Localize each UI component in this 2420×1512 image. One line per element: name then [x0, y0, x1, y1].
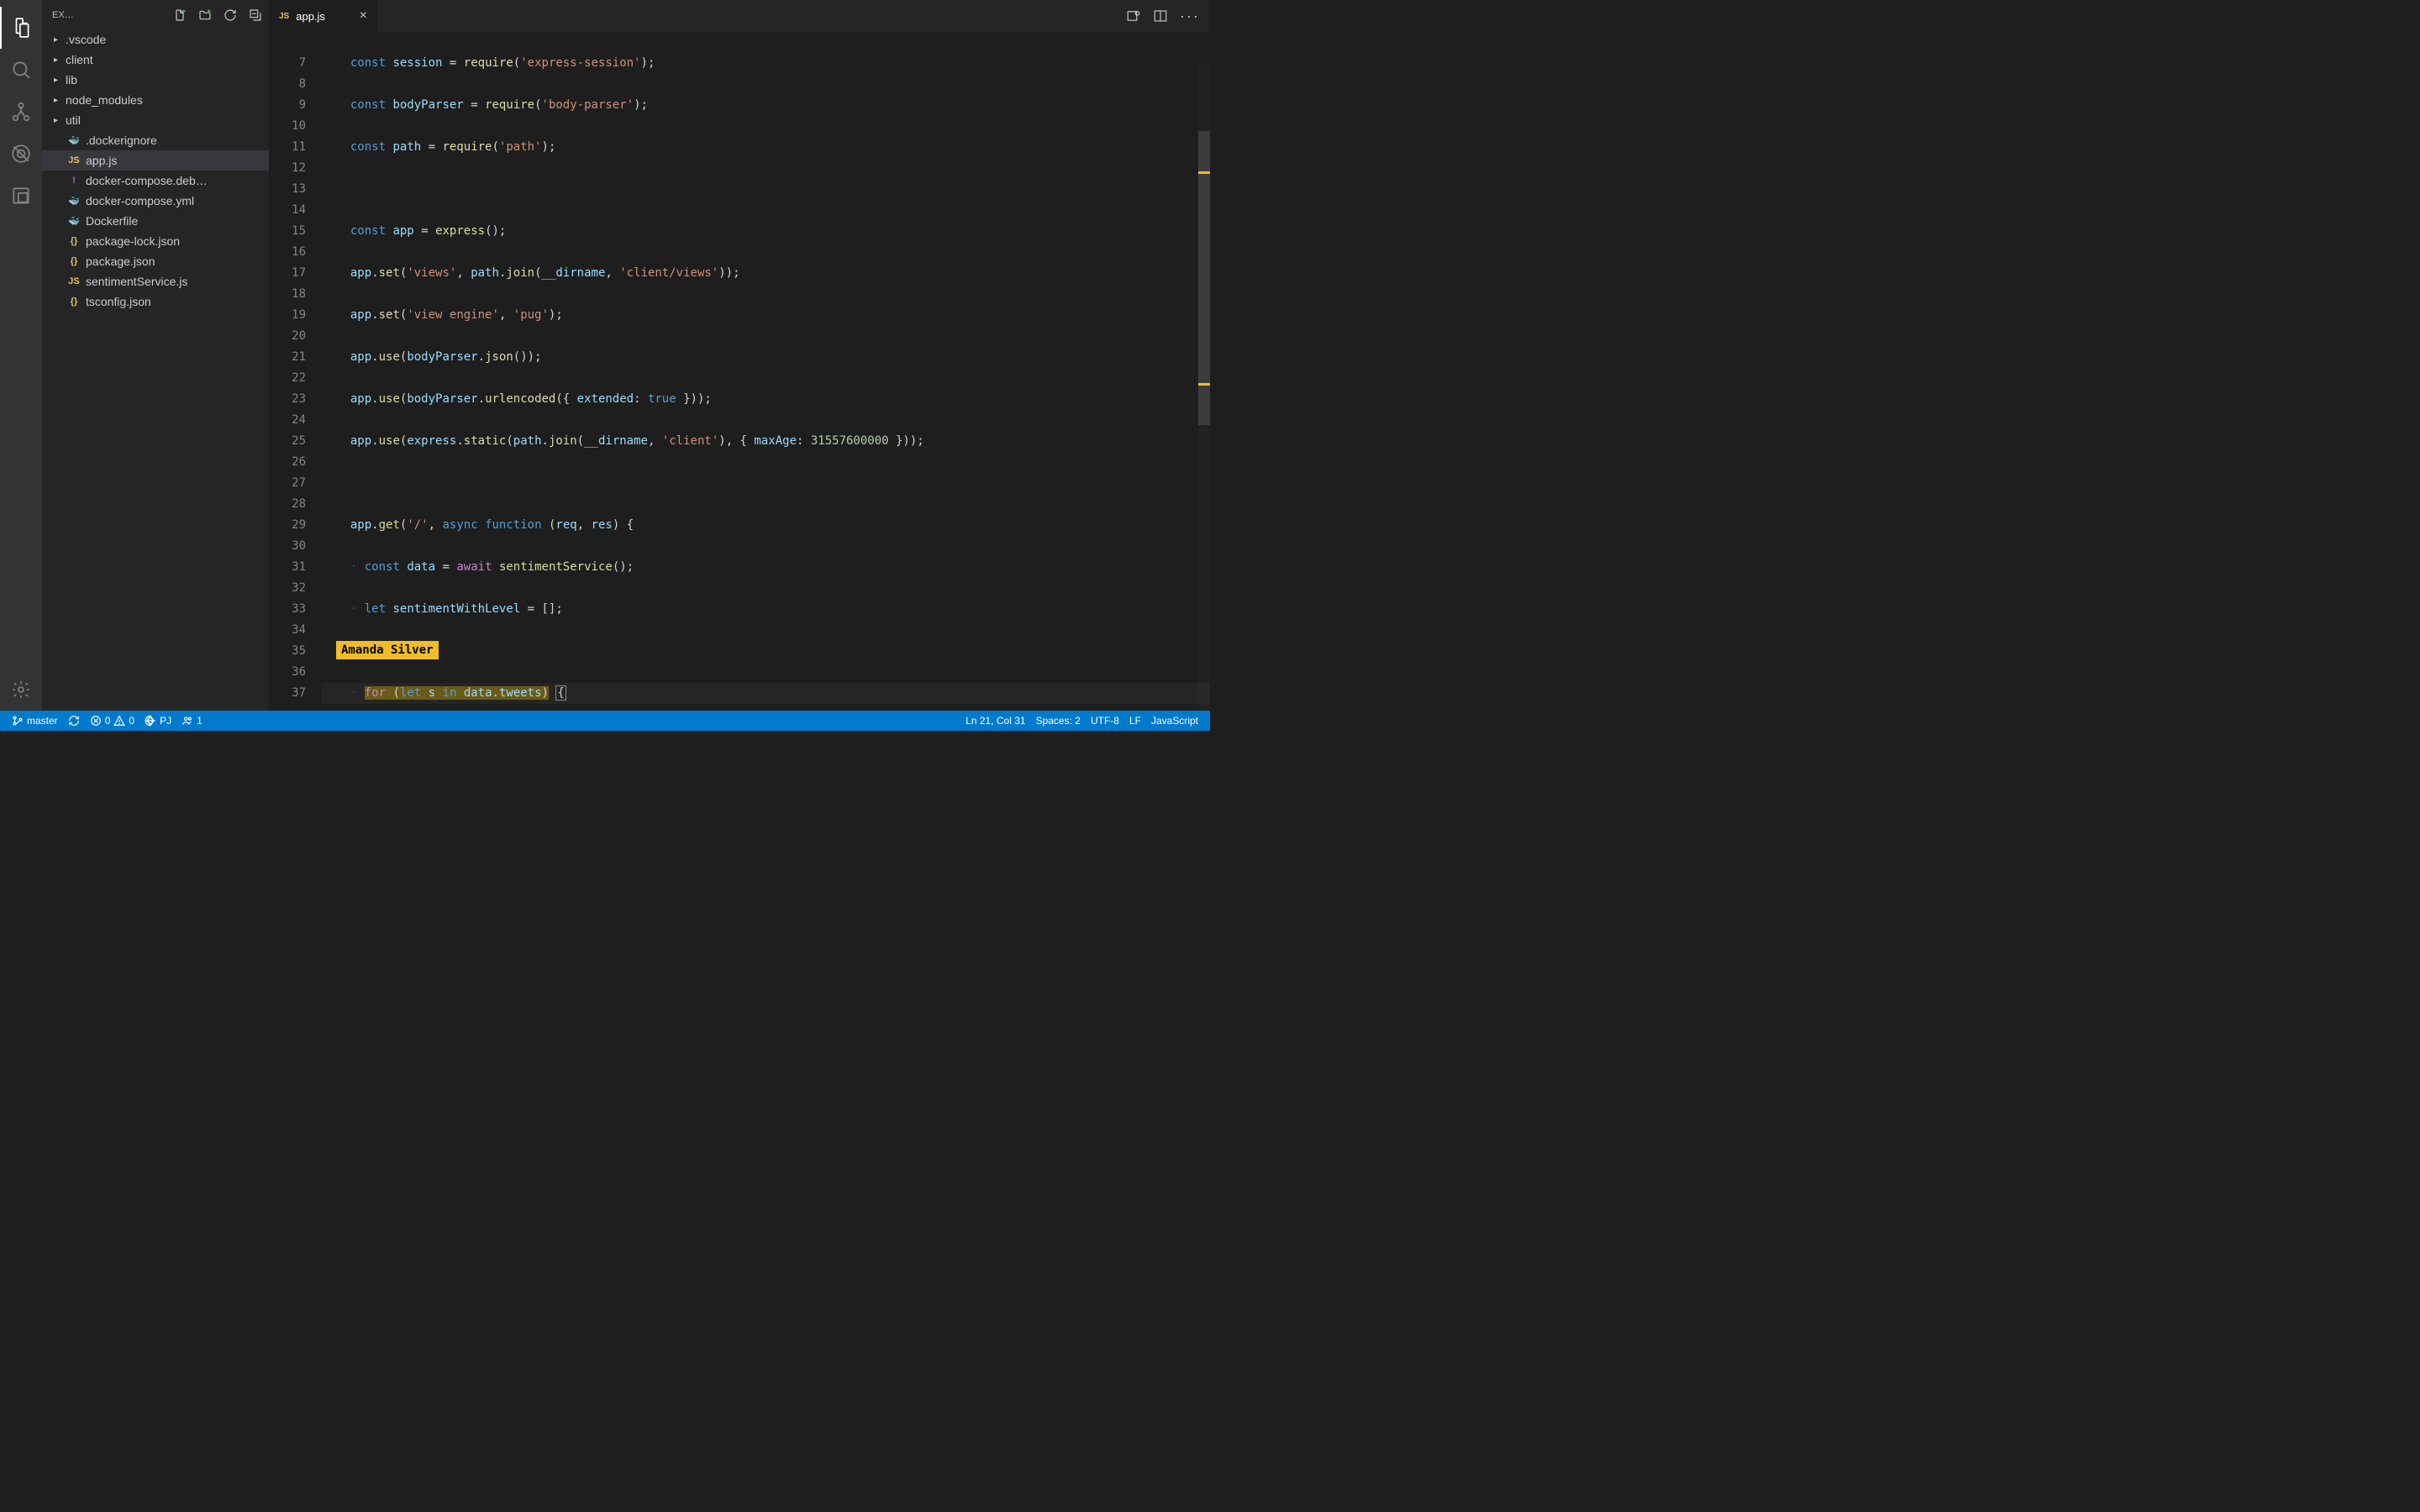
activity-bar	[0, 0, 42, 711]
file-tree: ▸.vscode ▸client ▸lib ▸node_modules ▸uti…	[42, 29, 269, 711]
file-item[interactable]: {}package.json	[42, 251, 269, 271]
json-icon: {}	[66, 256, 82, 266]
activity-explorer-icon[interactable]	[0, 7, 42, 49]
folder-item[interactable]: ▸util	[42, 110, 269, 130]
status-problems[interactable]: 0 0	[85, 715, 139, 727]
js-icon: JS	[279, 12, 289, 21]
explorer-title: EXPLORER	[52, 10, 76, 20]
tab-bar: JS app.js × ···	[269, 0, 1210, 32]
activity-debug-icon[interactable]	[0, 133, 42, 175]
close-icon[interactable]: ×	[360, 8, 367, 24]
more-icon[interactable]: ···	[1180, 8, 1200, 25]
file-item[interactable]: JSsentimentService.js	[42, 271, 269, 291]
file-item[interactable]: 🐳.dockerignore	[42, 130, 269, 150]
file-item[interactable]: {}tsconfig.json	[42, 291, 269, 312]
folder-item[interactable]: ▸lib	[42, 70, 269, 90]
status-eol[interactable]: LF	[1124, 715, 1146, 727]
explorer-header: EXPLORER	[42, 0, 269, 29]
code-editor[interactable]: const session = require('express-session…	[321, 32, 1210, 711]
split-editor-icon[interactable]	[1153, 8, 1168, 24]
new-file-icon[interactable]	[173, 8, 187, 22]
status-indent[interactable]: Spaces: 2	[1031, 715, 1086, 727]
tab-filename: app.js	[296, 10, 325, 23]
explorer-sidebar: EXPLORER ▸.vscode	[42, 0, 269, 711]
folder-item[interactable]: ▸client	[42, 50, 269, 70]
collapse-all-icon[interactable]	[249, 8, 262, 22]
status-encoding[interactable]: UTF-8	[1086, 715, 1124, 727]
line-gutter: 7891011121314151617181920212223242526272…	[269, 32, 321, 711]
activity-source-control-icon[interactable]	[0, 91, 42, 133]
activity-search-icon[interactable]	[0, 49, 42, 91]
json-icon: {}	[66, 236, 82, 246]
live-share-author-badge: Amanda Silver	[336, 641, 439, 659]
status-branch[interactable]: master	[7, 715, 63, 727]
file-item[interactable]: !docker-compose.deb…	[42, 171, 269, 191]
docker-icon: 🐳	[66, 216, 82, 227]
docker-icon: 🐳	[66, 196, 82, 207]
new-folder-icon[interactable]	[198, 8, 212, 22]
activity-settings-icon[interactable]	[0, 669, 42, 711]
docker-icon: 🐳	[66, 135, 82, 146]
js-icon: JS	[66, 276, 82, 286]
file-item[interactable]: 🐳Dockerfile	[42, 211, 269, 231]
file-item[interactable]: {}package-lock.json	[42, 231, 269, 251]
folder-item[interactable]: ▸node_modules	[42, 90, 269, 110]
status-live-share-user[interactable]: PJ	[139, 715, 176, 727]
activity-live-share-icon[interactable]	[0, 175, 42, 217]
status-bar: master 0 0 PJ 1 Ln 21, Col 31 Spaces:	[0, 711, 1210, 731]
editor-tab[interactable]: JS app.js ×	[269, 0, 378, 32]
json-icon: {}	[66, 297, 82, 307]
status-cursor[interactable]: Ln 21, Col 31	[960, 715, 1030, 727]
editor-area: JS app.js × ··· 789101112131415161718192…	[269, 0, 1210, 711]
toggle-word-wrap-icon[interactable]	[1126, 8, 1141, 24]
folder-item[interactable]: ▸.vscode	[42, 29, 269, 50]
file-item[interactable]: JSapp.js	[42, 150, 269, 171]
status-language[interactable]: JavaScript	[1146, 715, 1203, 727]
refresh-icon[interactable]	[224, 8, 237, 22]
status-sync-icon[interactable]	[63, 715, 85, 727]
status-live-share-participants[interactable]: 1	[176, 715, 208, 727]
yaml-alt-icon: !	[66, 176, 82, 186]
minimap-scrollbar[interactable]	[1198, 64, 1210, 711]
js-icon: JS	[66, 155, 82, 165]
file-item[interactable]: 🐳docker-compose.yml	[42, 191, 269, 211]
